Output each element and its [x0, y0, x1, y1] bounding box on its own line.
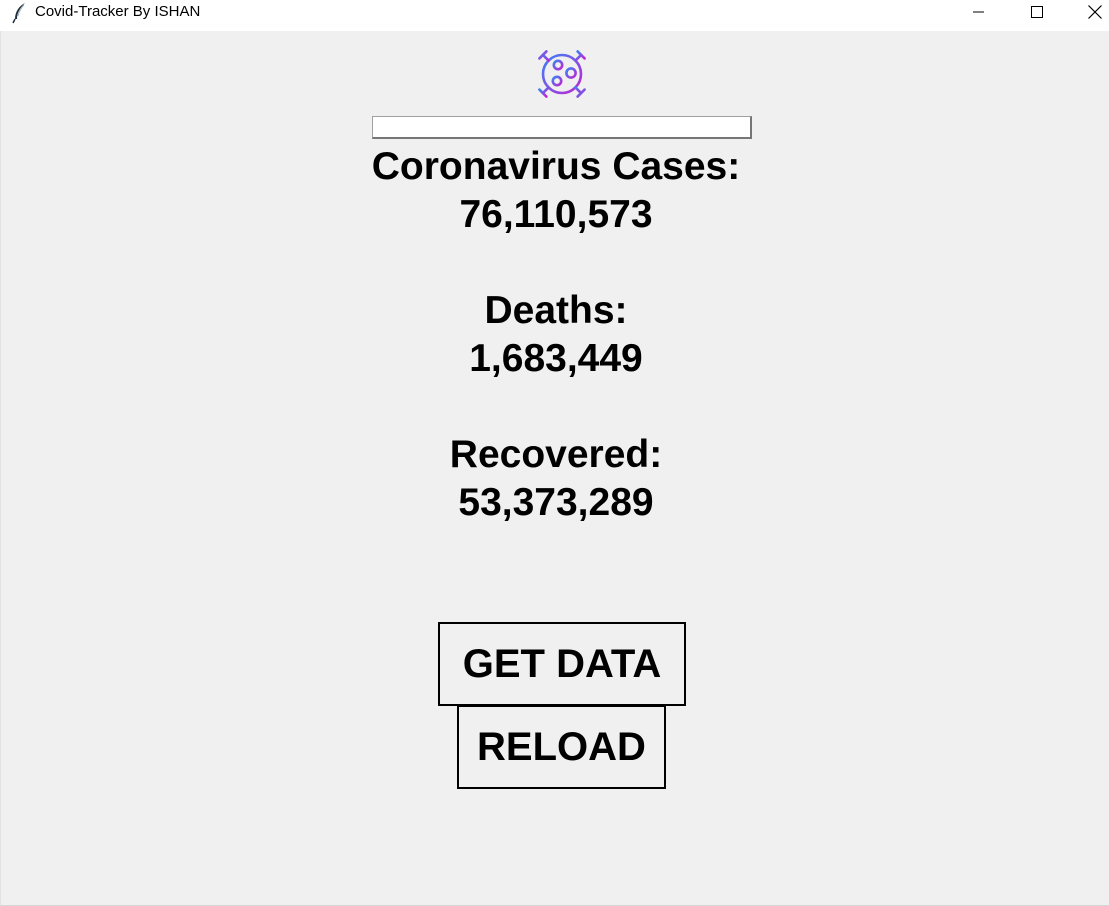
- cases-label: Coronavirus Cases:: [371, 145, 741, 188]
- window-title: Covid-Tracker By ISHAN: [35, 3, 201, 20]
- virus-icon: [532, 44, 592, 104]
- feather-icon: [12, 3, 25, 24]
- recovered-value: 53,373,289: [458, 481, 654, 524]
- country-input[interactable]: [372, 116, 752, 139]
- recovered-label: Recovered:: [449, 433, 663, 476]
- stat-spacer: [306, 239, 806, 287]
- maximize-button[interactable]: [1008, 0, 1066, 24]
- minimize-icon: [973, 11, 984, 13]
- stat-spacer: [306, 383, 806, 431]
- reload-button[interactable]: RELOAD: [457, 705, 666, 789]
- maximize-icon: [1031, 6, 1043, 18]
- get-data-button[interactable]: GET DATA: [438, 622, 686, 706]
- minimize-button[interactable]: [950, 0, 1008, 24]
- cases-value: 76,110,573: [459, 193, 653, 236]
- title-bar[interactable]: Covid-Tracker By ISHAN: [0, 0, 1109, 31]
- close-icon: [1088, 5, 1102, 19]
- close-button[interactable]: [1066, 0, 1109, 24]
- deaths-value: 1,683,449: [469, 337, 643, 380]
- stats-panel: Coronavirus Cases: 76,110,573 Deaths: 1,…: [306, 143, 806, 527]
- deaths-label: Deaths:: [484, 289, 628, 332]
